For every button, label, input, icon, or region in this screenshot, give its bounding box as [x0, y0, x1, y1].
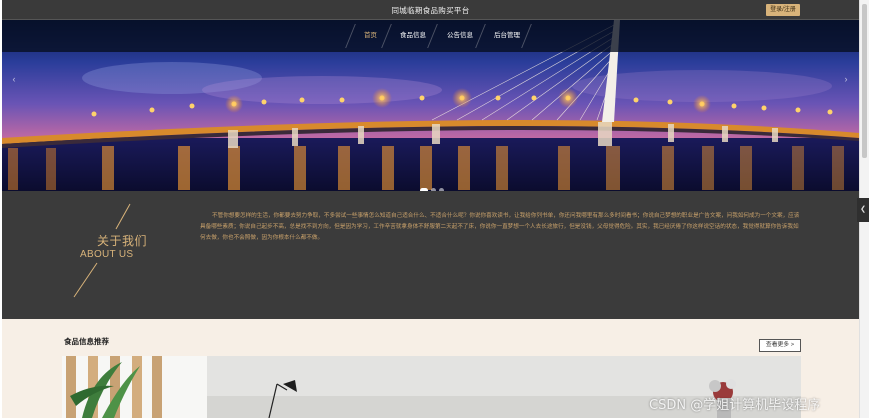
recommend-title: 食品信息推荐	[64, 337, 109, 346]
nav-divider	[475, 24, 486, 48]
plant-image	[62, 356, 210, 418]
nav-divider	[521, 24, 532, 48]
carousel-indicators	[420, 180, 447, 193]
top-bar: 同城临期食品购买平台 登录/注册	[2, 0, 859, 20]
nav-item-home[interactable]: 首页	[364, 20, 377, 52]
chevron-right-icon: ›	[844, 74, 848, 84]
carousel-next-button[interactable]: ›	[842, 73, 850, 85]
nav-divider	[427, 24, 438, 48]
food-card-image[interactable]	[62, 356, 210, 418]
about-title-cn: 关于我们	[97, 234, 148, 248]
login-register-button[interactable]: 登录/注册	[766, 4, 800, 16]
view-more-button[interactable]: 查看更多 >	[759, 339, 801, 352]
nav-item-admin[interactable]: 后台管理	[494, 20, 520, 52]
side-panel-toggle[interactable]: ❮	[857, 198, 869, 222]
site-title: 同城临期食品购买平台	[391, 6, 470, 15]
scrollbar-thumb[interactable]	[862, 4, 867, 158]
chevron-left-icon: ❮	[860, 206, 866, 213]
about-paragraph: 不管你想要怎样的生活，你都要去努力争取，不多尝试一些事情怎么知道自己适合什么、不…	[200, 213, 800, 241]
nav-divider	[345, 24, 356, 48]
nav-item-announcements[interactable]: 公告信息	[447, 20, 473, 52]
chevron-left-icon: ‹	[12, 74, 16, 84]
csdn-watermark: CSDN @学姐计算机毕设程序	[649, 398, 821, 413]
main-nav: 首页 食品信息 公告信息 后台管理	[2, 20, 859, 52]
about-title-en: ABOUT US	[80, 249, 134, 260]
nav-divider	[381, 24, 392, 48]
carousel-prev-button[interactable]: ‹	[10, 73, 18, 85]
page: 同城临期食品购买平台 登录/注册 首页 食品信息 公告信息 后台管理 ‹ › 关…	[2, 0, 859, 418]
nav-item-food-info[interactable]: 食品信息	[400, 20, 426, 52]
